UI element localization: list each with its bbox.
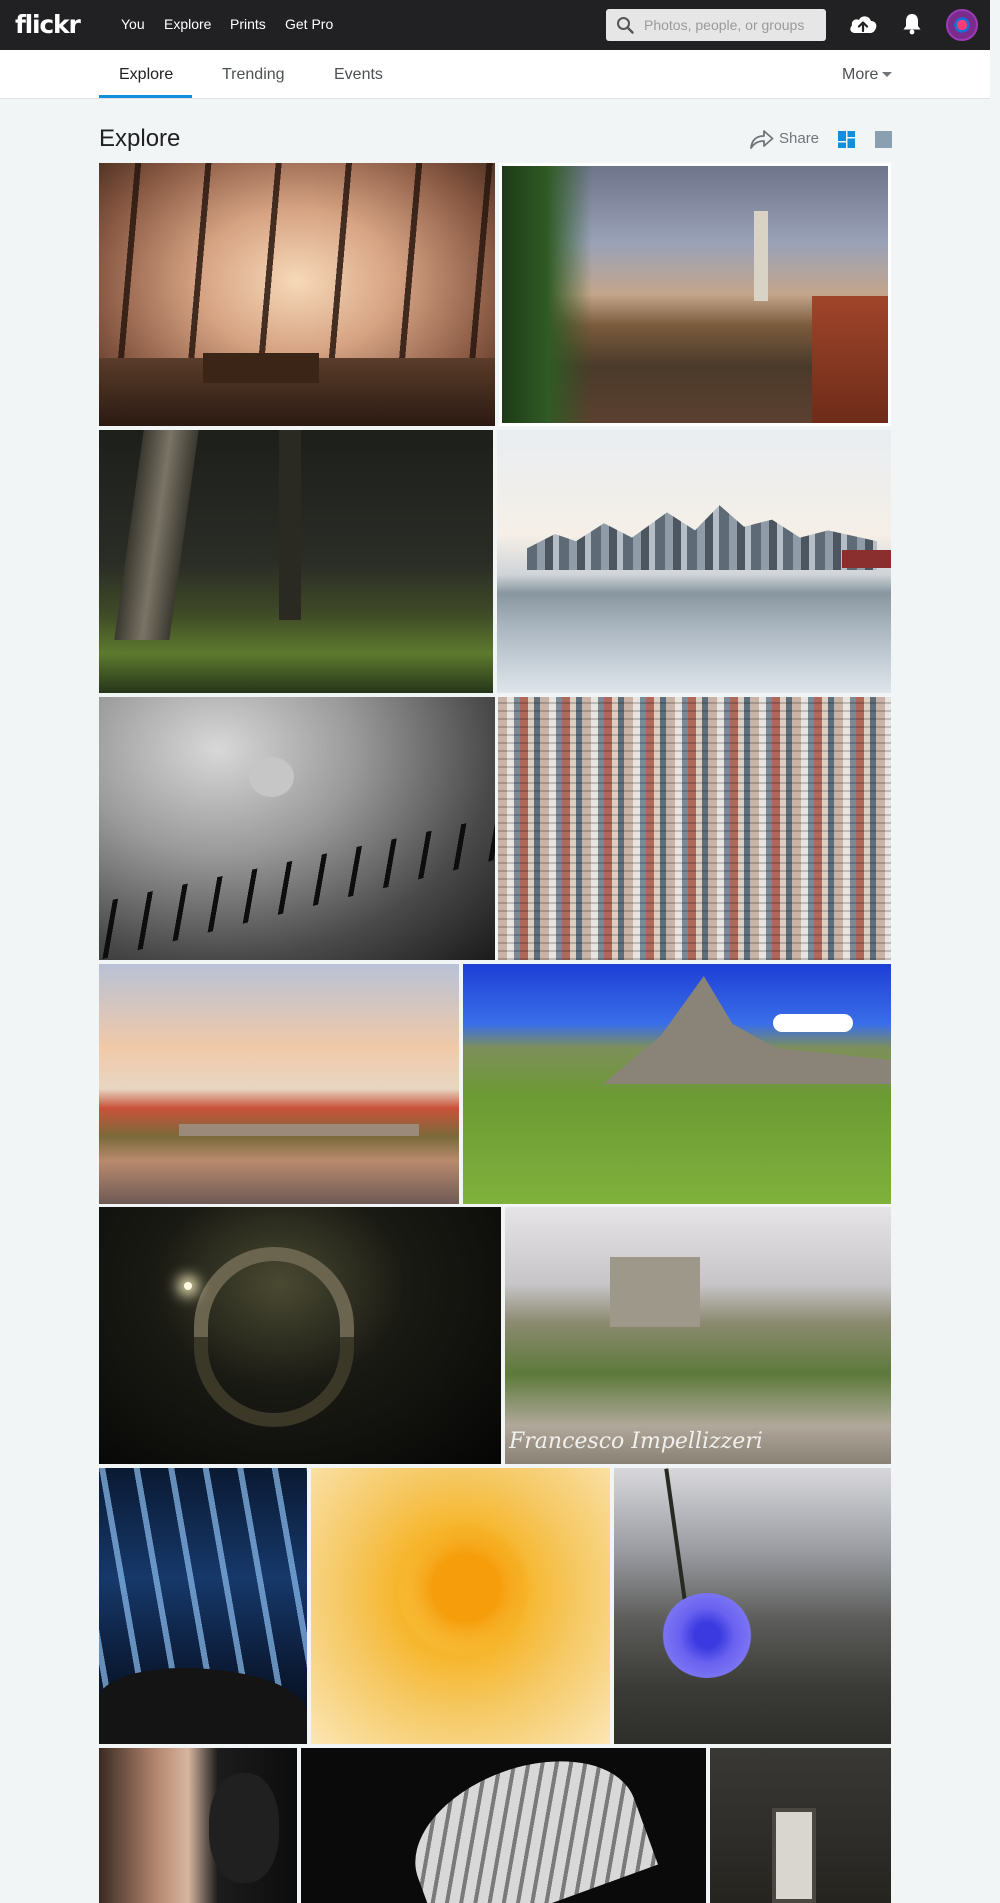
search-icon[interactable] <box>616 16 634 34</box>
photo-tile[interactable]: Francesco Impellizzeri <box>505 1207 891 1464</box>
nav-explore[interactable]: Explore <box>164 16 211 32</box>
single-view-icon[interactable] <box>875 131 892 148</box>
tab-events[interactable]: Events <box>334 66 383 84</box>
photo-tile[interactable] <box>99 1207 501 1464</box>
nav-you[interactable]: You <box>121 16 145 32</box>
search-input[interactable] <box>644 9 822 41</box>
photo-tile[interactable] <box>99 163 495 426</box>
active-tab-indicator <box>99 95 192 98</box>
page-title: Explore <box>99 125 181 152</box>
photo-watermark: Francesco Impellizzeri <box>509 1429 763 1454</box>
tab-explore[interactable]: Explore <box>119 66 173 84</box>
tab-trending[interactable]: Trending <box>222 66 285 84</box>
flickr-logo[interactable]: flickr <box>15 10 81 39</box>
photo-tile[interactable] <box>99 430 493 693</box>
photo-tile[interactable] <box>99 1748 297 1903</box>
search-box <box>606 9 826 41</box>
chevron-down-icon[interactable] <box>882 72 892 77</box>
photo-tile[interactable] <box>99 697 495 960</box>
photo-tile[interactable] <box>497 430 891 693</box>
nav-get-pro[interactable]: Get Pro <box>285 16 333 32</box>
photo-tile[interactable] <box>614 1468 891 1744</box>
photo-tile[interactable] <box>99 1468 307 1744</box>
upload-cloud-icon[interactable] <box>848 12 878 36</box>
notification-bell-icon[interactable] <box>902 13 922 35</box>
top-bar: flickr You Explore Prints Get Pro <box>0 0 990 50</box>
share-icon[interactable] <box>749 127 775 151</box>
photo-tile[interactable] <box>710 1748 891 1903</box>
photo-tile[interactable] <box>301 1748 706 1903</box>
photo-tile[interactable] <box>463 964 891 1204</box>
photo-tile-selected[interactable] <box>499 163 891 426</box>
photo-tile[interactable] <box>99 964 459 1204</box>
photo-tile[interactable] <box>311 1468 610 1744</box>
justified-view-icon[interactable] <box>838 131 855 148</box>
user-avatar[interactable] <box>946 9 978 41</box>
share-label[interactable]: Share <box>779 130 819 147</box>
photo-tile[interactable] <box>498 697 891 960</box>
more-menu[interactable]: More <box>842 66 878 84</box>
nav-prints[interactable]: Prints <box>230 16 266 32</box>
